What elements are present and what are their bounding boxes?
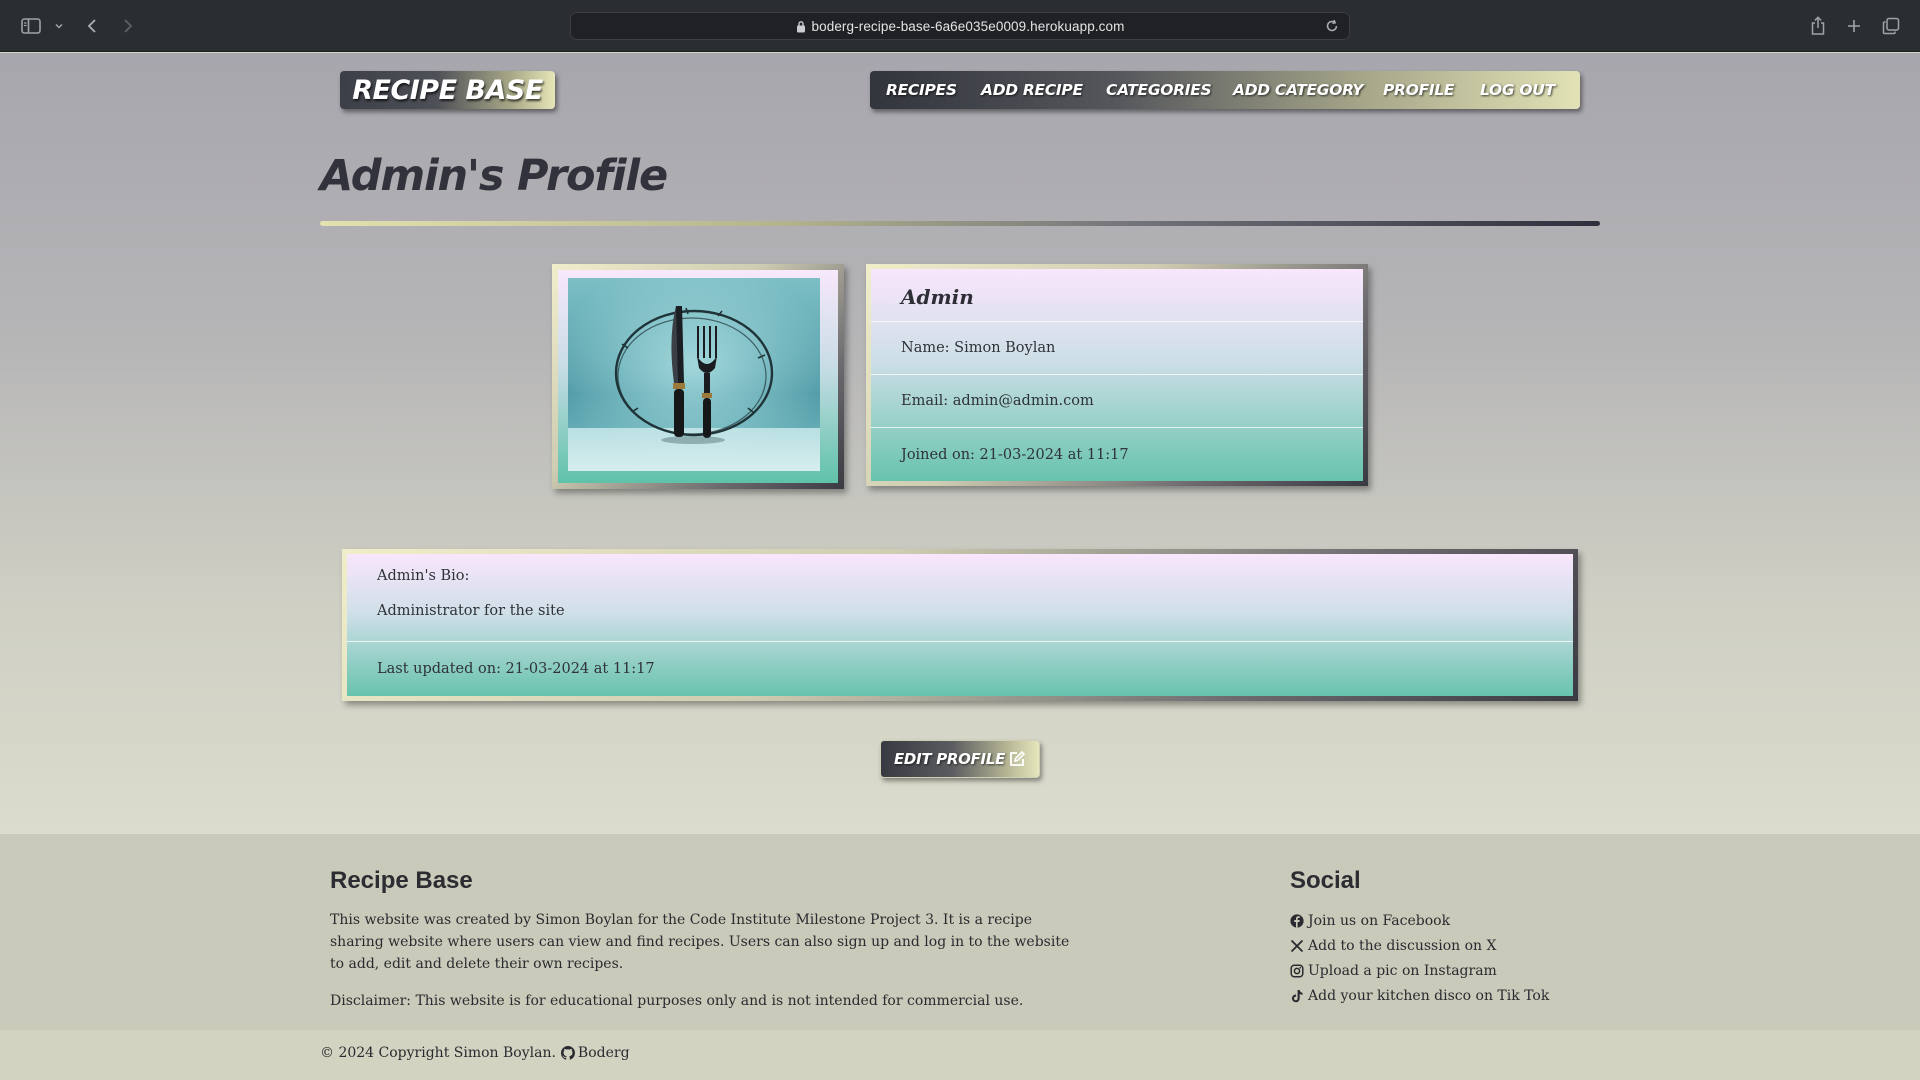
nav-categories[interactable]: CATEGORIES: [1106, 71, 1212, 109]
nav-add-recipe[interactable]: ADD RECIPE: [981, 71, 1083, 109]
site-footer: Recipe Base This website was created by …: [0, 834, 1920, 1030]
profile-image-card: [552, 264, 844, 489]
edit-profile-button[interactable]: EDIT PROFILE: [880, 740, 1040, 778]
page-content: RECIPE BASE RECIPES ADD RECIPE CATEGORIE…: [0, 53, 1920, 834]
address-bar[interactable]: boderg-recipe-base-6a6e035e0009.herokuap…: [570, 12, 1350, 40]
tab-overview-icon[interactable]: [1880, 13, 1902, 39]
chevron-down-icon[interactable]: [53, 13, 65, 39]
nav-profile[interactable]: PROFILE: [1383, 71, 1455, 109]
forward-arrow-icon[interactable]: [120, 13, 136, 39]
profile-image: [568, 278, 828, 475]
share-icon[interactable]: [1807, 13, 1829, 39]
bio-heading: Admin's Bio:: [377, 568, 470, 584]
reload-icon[interactable]: [1325, 19, 1339, 33]
bio-card: Admin's Bio: Administrator for the site …: [342, 549, 1578, 701]
tiktok-link-label: Add your kitchen disco on Tik Tok: [1308, 988, 1550, 1004]
instagram-link[interactable]: Upload a pic on Instagram: [1290, 963, 1497, 979]
facebook-icon: [1290, 914, 1304, 928]
profile-name: Name: Simon Boylan: [871, 322, 1363, 375]
github-link[interactable]: Boderg: [578, 1045, 630, 1061]
profile-username: Admin: [871, 269, 1363, 322]
edit-icon: [1008, 750, 1026, 768]
title-divider: [320, 221, 1600, 226]
footer-about-heading: Recipe Base: [330, 867, 473, 894]
instagram-icon: [1290, 964, 1304, 978]
lock-icon: [796, 20, 806, 33]
bio-text: Administrator for the site: [377, 603, 565, 619]
facebook-link[interactable]: Join us on Facebook: [1290, 913, 1450, 929]
browser-toolbar: boderg-recipe-base-6a6e035e0009.herokuap…: [0, 0, 1920, 52]
page-title: Admin's Profile: [320, 151, 668, 201]
bio-last-updated: Last updated on: 21-03-2024 at 11:17: [377, 660, 655, 677]
footer-disclaimer: Disclaimer: This website is for educatio…: [330, 993, 1024, 1009]
profile-info-card: Admin Name: Simon Boylan Email: admin@ad…: [866, 264, 1368, 486]
nav-log-out[interactable]: LOG OUT: [1480, 71, 1555, 109]
nav-recipes[interactable]: RECIPES: [886, 71, 957, 109]
edit-profile-label: EDIT PROFILE: [893, 750, 1006, 768]
site-logo[interactable]: RECIPE BASE: [340, 71, 555, 109]
tiktok-icon: [1290, 989, 1304, 1003]
url-text: boderg-recipe-base-6a6e035e0009.herokuap…: [811, 18, 1125, 34]
footer-social-heading: Social: [1290, 867, 1361, 894]
sidebar-toggle-icon[interactable]: [20, 13, 42, 39]
tiktok-link[interactable]: Add your kitchen disco on Tik Tok: [1290, 988, 1549, 1004]
copyright-bar: © 2024 Copyright Simon Boylan. Boderg: [0, 1030, 1920, 1080]
profile-joined-date: Joined on: 21-03-2024 at 11:17: [901, 446, 1129, 463]
x-icon: [1290, 939, 1304, 953]
x-link[interactable]: Add to the discussion on X: [1290, 938, 1496, 954]
new-tab-icon[interactable]: [1843, 13, 1865, 39]
main-nav: RECIPES ADD RECIPE CATEGORIES ADD CATEGO…: [870, 71, 1580, 109]
instagram-link-label: Upload a pic on Instagram: [1308, 963, 1497, 979]
back-arrow-icon[interactable]: [84, 13, 100, 39]
github-icon: [560, 1046, 575, 1060]
copyright-text: © 2024 Copyright Simon Boylan.: [320, 1045, 556, 1061]
copyright: © 2024 Copyright Simon Boylan. Boderg: [320, 1045, 630, 1061]
nav-add-category[interactable]: ADD CATEGORY: [1233, 71, 1364, 109]
profile-email: Email: admin@admin.com: [871, 375, 1363, 428]
facebook-link-label: Join us on Facebook: [1308, 913, 1451, 929]
footer-about-text: This website was created by Simon Boylan…: [330, 912, 1070, 972]
x-link-label: Add to the discussion on X: [1308, 938, 1497, 954]
logo-text: RECIPE BASE: [352, 74, 543, 106]
